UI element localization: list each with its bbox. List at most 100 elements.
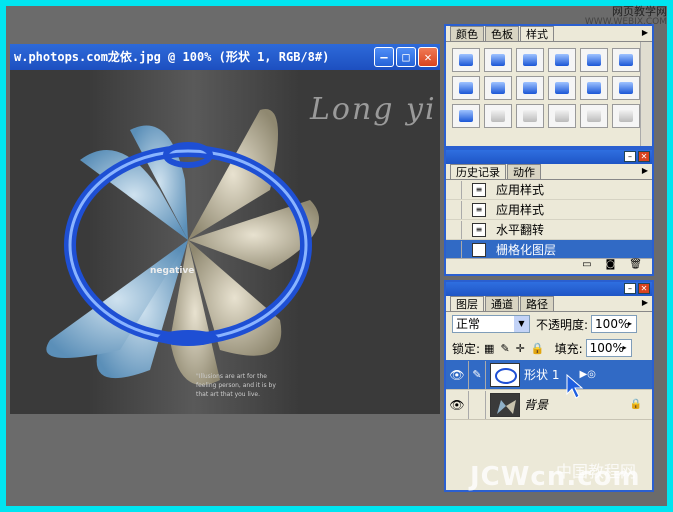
document-window: w.photops.com龙依.jpg @ 100% (形状 1, RGB/8#… (10, 44, 440, 414)
history-panel-tabs: 历史记录 动作 ▶ (446, 164, 652, 180)
brush-icon[interactable] (468, 390, 486, 419)
history-step-icon: ≡ (472, 202, 486, 217)
blend-mode-value: 正常 (456, 317, 481, 331)
image-canvas[interactable]: Long yi negative "Illusions are art for … (10, 70, 440, 414)
eye-icon[interactable]: 👁 (446, 398, 468, 412)
panel-minimize-button[interactable]: – (624, 151, 636, 162)
style-swatch[interactable] (484, 104, 512, 128)
watermark-bottom-line1: 中国教程网 (556, 462, 637, 481)
layer-thumbnail (490, 362, 520, 387)
history-snapshot-checkbox[interactable] (446, 180, 462, 199)
styles-panel: 颜色 色板 样式 ▶ (444, 24, 654, 148)
panel-close-button[interactable]: ✕ (638, 151, 650, 162)
blend-mode-select[interactable]: 正常 ▼ (452, 315, 530, 333)
style-swatch[interactable] (548, 48, 576, 72)
panel-close-button[interactable]: ✕ (638, 283, 650, 294)
lock-icon: 🔒 (629, 399, 642, 410)
maximize-button[interactable]: □ (396, 47, 416, 67)
style-swatch[interactable] (580, 76, 608, 100)
history-item-label: 水平翻转 (496, 223, 545, 237)
history-snapshot-checkbox[interactable] (446, 220, 462, 239)
chevron-down-icon: ▼ (514, 316, 529, 332)
style-swatch[interactable] (612, 76, 640, 100)
styles-panel-tabs: 颜色 色板 样式 ▶ (446, 26, 652, 42)
mouse-cursor-icon (566, 374, 584, 399)
style-swatch[interactable] (548, 104, 576, 128)
history-item[interactable]: ≡ 应用样式 (446, 180, 652, 200)
art-signature-text: Long yi (310, 92, 437, 127)
history-item[interactable]: ≡ 水平翻转 (446, 220, 652, 240)
lock-move-icon[interactable]: ✛ (516, 342, 525, 355)
lock-label: 锁定: (452, 341, 481, 356)
blend-row: 正常 ▼ 不透明度: 100% ▸ (446, 312, 652, 336)
history-snapshot-checkbox[interactable] (446, 240, 462, 259)
panel-menu-arrow-icon[interactable]: ▶ (642, 166, 648, 175)
layer-row[interactable]: 👁 背景 🔒 (446, 390, 652, 420)
history-footer: ▭ ◙ 🗑 (446, 258, 652, 274)
fill-field[interactable]: 100% ▸ (585, 339, 632, 357)
brush-icon[interactable]: ✎ (468, 360, 486, 389)
history-item-label: 应用样式 (496, 203, 545, 217)
history-item-label: 应用样式 (496, 183, 545, 197)
fill-value: 100% (589, 341, 624, 355)
style-swatch[interactable] (580, 104, 608, 128)
style-swatch[interactable] (452, 76, 480, 100)
eye-icon[interactable]: 👁 (446, 368, 468, 382)
lock-transparent-icon[interactable]: ▦ (484, 342, 494, 355)
style-swatch[interactable] (516, 76, 544, 100)
art-quote-text: "Illusions are art for the feeling perso… (196, 373, 276, 398)
opacity-label: 不透明度: (536, 317, 589, 332)
tab-layers[interactable]: 图层 (450, 296, 484, 311)
document-titlebar[interactable]: w.photops.com龙依.jpg @ 100% (形状 1, RGB/8#… (10, 44, 440, 70)
tab-swatches[interactable]: 色板 (485, 26, 519, 41)
styles-scrollbar[interactable] (640, 42, 652, 146)
style-swatch[interactable] (484, 76, 512, 100)
style-swatch-grid (446, 42, 642, 134)
document-title: w.photops.com龙依.jpg @ 100% (形状 1, RGB/8#… (14, 50, 330, 64)
history-item-selected[interactable]: ≡ 栅格化图层 (446, 240, 652, 260)
layers-panel-tabs: 图层 通道 路径 ▶ (446, 296, 652, 312)
window-controls: — □ ✕ (374, 47, 438, 67)
panel-minimize-button[interactable]: – (624, 283, 636, 294)
style-swatch[interactable] (548, 76, 576, 100)
close-button[interactable]: ✕ (418, 47, 438, 67)
tab-paths[interactable]: 路径 (520, 296, 554, 311)
history-item[interactable]: ≡ 应用样式 (446, 200, 652, 220)
history-snapshot-checkbox[interactable] (446, 200, 462, 219)
lock-all-icon[interactable]: 🔒 (531, 342, 545, 355)
history-panel: – ✕ 历史记录 动作 ▶ ≡ 应用样式 ≡ 应用样式 ≡ 水平翻转 ≡ 栅格化… (444, 148, 654, 276)
history-item-label: 栅格化图层 (496, 243, 557, 257)
layer-thumbnail (490, 392, 520, 417)
style-swatch[interactable] (516, 104, 544, 128)
style-swatch[interactable] (580, 48, 608, 72)
tab-channels[interactable]: 通道 (485, 296, 519, 311)
layer-name: 背景 (524, 398, 549, 412)
style-swatch[interactable] (612, 48, 640, 72)
history-step-icon: ≡ (472, 242, 486, 257)
history-step-icon: ≡ (472, 222, 486, 237)
panel-menu-arrow-icon[interactable]: ▶ (642, 28, 648, 37)
layers-panel-titlebar[interactable]: – ✕ (446, 282, 652, 296)
new-document-icon[interactable]: ▭ (582, 259, 591, 274)
tab-styles[interactable]: 样式 (520, 26, 554, 41)
style-swatch[interactable] (516, 48, 544, 72)
tab-history[interactable]: 历史记录 (450, 164, 506, 179)
lock-paint-icon[interactable]: ✎ (500, 342, 509, 355)
history-panel-titlebar[interactable]: – ✕ (446, 150, 652, 164)
style-swatch[interactable] (612, 104, 640, 128)
opacity-field[interactable]: 100% ▸ (591, 315, 638, 333)
history-step-icon: ≡ (472, 182, 486, 197)
style-swatch[interactable] (452, 48, 480, 72)
layer-row-selected[interactable]: 👁 ✎ 形状 1 ▶◎ (446, 360, 652, 390)
fill-label: 填充: (554, 341, 583, 356)
minimize-button[interactable]: — (374, 47, 394, 67)
trash-icon[interactable]: 🗑 (629, 259, 642, 274)
art-negative-text: negative (150, 266, 195, 276)
tab-color[interactable]: 颜色 (450, 26, 484, 41)
panel-menu-arrow-icon[interactable]: ▶ (642, 298, 648, 307)
chevron-right-icon: ▸ (622, 343, 627, 352)
new-snapshot-icon[interactable]: ◙ (606, 259, 616, 274)
tab-actions[interactable]: 动作 (507, 164, 541, 179)
style-swatch[interactable] (484, 48, 512, 72)
style-swatch[interactable] (452, 104, 480, 128)
